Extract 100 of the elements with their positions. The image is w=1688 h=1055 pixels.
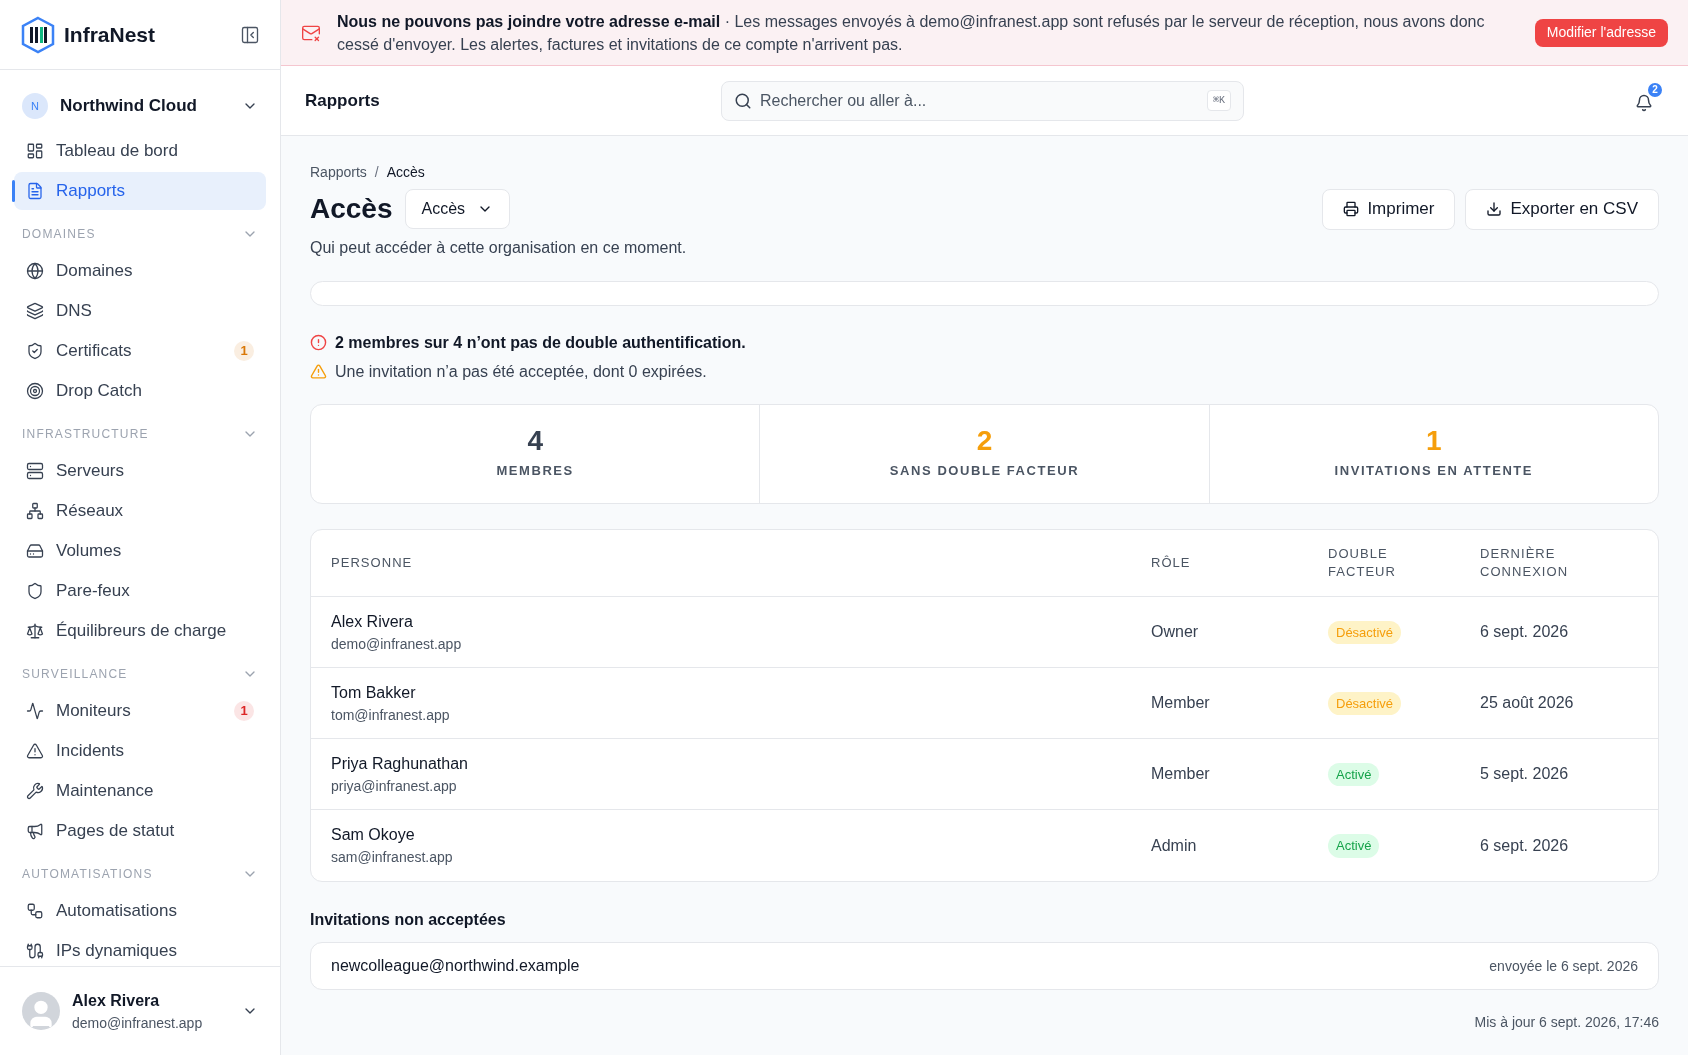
printer-icon <box>1343 201 1360 217</box>
role-cell-text: Member <box>1151 764 1211 784</box>
sidebar-item[interactable]: Serveurs <box>14 452 266 490</box>
last-updated: Mis à jour 6 sept. 2026, 17:46 <box>1474 1013 1659 1032</box>
sidebar-item[interactable]: Moniteurs 1 <box>14 692 266 730</box>
export-button[interactable]: Exporter en CSV <box>1465 188 1659 230</box>
section-title: Invitations non acceptées <box>310 910 507 930</box>
brand-name: InfraNest <box>64 21 157 48</box>
error-icon <box>310 334 327 351</box>
stat-label: INVITATIONS EN ATTENTE <box>1334 462 1534 481</box>
nav-icon <box>26 822 44 840</box>
column-header: PERSONNE <box>331 554 414 573</box>
invitation-email: newcolleague@northwind.example <box>331 956 580 976</box>
status-badge: Activé <box>1328 834 1380 858</box>
nav-icon <box>26 622 44 640</box>
notifications-button[interactable]: 2 <box>1624 80 1664 121</box>
last-login-cell-text: 6 sept. 2026 <box>1480 622 1570 642</box>
organization-avatar: N <box>22 93 48 119</box>
nav-icon <box>26 182 44 200</box>
breadcrumb-separator: / <box>374 162 379 182</box>
member-name: Tom Bakker <box>331 682 417 703</box>
stat-value: 1 <box>1426 427 1442 456</box>
column-header: DOUBLE FACTEUR <box>1328 545 1397 581</box>
sidebar-item[interactable]: Rapports <box>14 172 266 210</box>
member-email: demo@infranest.app <box>331 634 463 654</box>
sidebar-item[interactable]: Tableau de bord <box>14 132 266 170</box>
nav-icon <box>26 302 44 320</box>
collapse-sidebar-icon[interactable] <box>240 24 260 45</box>
breadcrumb-item: Accès <box>386 162 425 182</box>
invitation-date: envoyée le 6 sept. 2026 <box>1489 956 1638 976</box>
sidebar-item[interactable]: Volumes <box>14 532 266 570</box>
member-email: sam@infranest.app <box>331 848 454 867</box>
count-badge: 1 <box>234 701 254 721</box>
search-field[interactable]: Rechercher ou aller à... ⌘K <box>721 80 1244 121</box>
nav-icon <box>26 782 44 800</box>
sidebar-item[interactable]: IPs dynamiques <box>14 932 266 966</box>
page-header-title: Rapports <box>305 89 381 112</box>
nav-icon <box>26 382 44 400</box>
report-select[interactable]: Accès <box>404 189 511 229</box>
member-name: Priya Raghunathan <box>331 753 469 774</box>
status-badge: Désactivé <box>1328 620 1402 645</box>
change-address-button[interactable]: Modifier l'adresse <box>1534 18 1668 47</box>
search-icon <box>734 91 752 110</box>
nav-icon <box>26 142 44 160</box>
status-badge: Activé <box>1328 762 1380 787</box>
logo-icon <box>20 15 56 54</box>
column-header: DERNIÈRE CONNEXION <box>1480 545 1570 581</box>
notification-count: 2 <box>1646 80 1664 99</box>
count-badge: 1 <box>234 341 254 361</box>
sidebar-item[interactable]: Maintenance <box>14 772 266 810</box>
user-name: Alex Rivera <box>72 990 161 1011</box>
role-cell-text: Owner <box>1151 622 1200 642</box>
nav-icon <box>26 262 44 280</box>
warning-icon <box>310 363 327 380</box>
alert-message: Une invitation n’a pas été acceptée, dont 0 expirées. <box>335 361 707 382</box>
stat-value: 2 <box>976 427 993 456</box>
nav-icon <box>26 502 44 520</box>
last-login-cell-text: 25 août 2026 <box>1480 693 1575 713</box>
bell-icon <box>1635 93 1653 112</box>
member-name: Sam Okoye <box>331 825 416 845</box>
stat-label: MEMBRES <box>496 462 574 481</box>
member-email: priya@infranest.app <box>331 776 458 796</box>
avatar-icon <box>22 992 60 1030</box>
sidebar-item[interactable]: Certificats 1 <box>14 332 266 370</box>
sidebar-item[interactable]: Pare-feux <box>14 572 266 610</box>
nav-icon <box>26 702 44 720</box>
stat-value: 4 <box>527 427 543 456</box>
breadcrumb-item[interactable]: Rapports <box>310 161 367 183</box>
sidebar-item[interactable]: Réseaux <box>14 492 266 530</box>
page-title: Accès <box>310 192 393 226</box>
sidebar-item[interactable]: Automatisations <box>14 892 266 930</box>
banner-message: Nous ne pouvons pas joindre votre adresse e-mail · Les messages envoyés à demo@infranest.app sont refusés par le serveur de réception, nous avons donc cessé d'envoyer. Les alertes, factures et invitations de ce compte n'arrivent pas. <box>337 11 1486 55</box>
sidebar-item[interactable]: Pages de statut <box>14 812 266 850</box>
nav-icon <box>26 742 44 760</box>
print-button[interactable]: Imprimer <box>1322 188 1456 230</box>
sidebar-item[interactable]: Équilibreurs de charge <box>14 612 266 650</box>
user-email: demo@infranest.app <box>72 1013 204 1033</box>
sidebar-item[interactable]: Domaines <box>14 252 266 290</box>
nav-icon <box>26 902 44 920</box>
download-icon <box>1486 201 1503 217</box>
last-login-cell-text: 6 sept. 2026 <box>1480 835 1570 856</box>
nav-icon <box>26 462 44 480</box>
nav-icon <box>26 342 44 360</box>
alert-message: 2 membres sur 4 n’ont pas de double authentification. <box>335 332 746 353</box>
organization-switcher[interactable]: N Northwind Cloud <box>14 86 266 126</box>
sidebar-item[interactable]: Incidents <box>14 732 266 770</box>
sidebar-item[interactable]: Drop Catch <box>14 372 266 410</box>
role-cell-text: Member <box>1151 693 1211 713</box>
column-header: RÔLE <box>1151 554 1192 573</box>
sidebar-item[interactable]: DNS <box>14 292 266 330</box>
status-badge: Désactivé <box>1328 691 1402 716</box>
nav-icon <box>26 942 44 960</box>
page-subtitle: Qui peut accéder à cette organisation en ce moment. <box>310 238 688 258</box>
last-login-cell-text: 5 sept. 2026 <box>1480 764 1570 784</box>
member-email: tom@infranest.app <box>331 705 451 725</box>
nav-icon <box>26 582 44 600</box>
search-input[interactable]: Rechercher ou aller à... <box>760 88 1199 113</box>
stat-label: SANS DOUBLE FACTEUR <box>889 462 1080 481</box>
user-menu[interactable]: Alex Rivera demo@infranest.app <box>0 966 280 1055</box>
nav-icon <box>26 542 44 560</box>
